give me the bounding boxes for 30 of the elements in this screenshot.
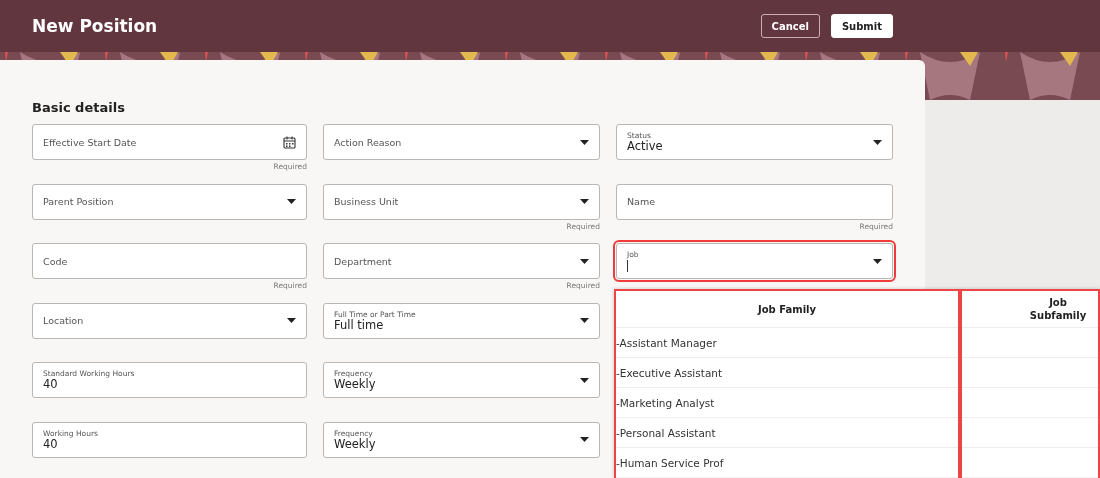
dropdown-caret-icon[interactable] [580,199,589,204]
table-cell[interactable]: -Executive Assistant [616,358,958,388]
dropdown-caret-icon[interactable] [287,318,296,323]
select-field[interactable]: Department [323,243,600,279]
select-field[interactable]: Business Unit [323,183,600,220]
dropdown-caret-icon[interactable] [873,258,882,264]
input-field[interactable]: Code [32,243,307,279]
dropdown-caret-icon[interactable] [873,139,882,145]
calendar-icon[interactable] [283,135,296,149]
column-header: Job Subfamily [962,291,1098,328]
dropdown-caret-icon[interactable] [580,377,589,383]
column-header: Job Family [616,291,958,328]
table-cell[interactable]: -Human Service Prof [616,448,958,478]
dropdown-caret-icon[interactable] [580,258,589,264]
dropdown-caret-icon[interactable] [580,437,589,442]
cancel-button[interactable]: Cancel [760,14,820,38]
page-title: New Position [32,16,159,36]
dropdown-caret-icon[interactable] [287,199,296,204]
input-field[interactable]: Name [616,183,893,220]
table-cell[interactable]: -Marketing Analyst [616,388,958,418]
table-cell[interactable]: -Personal Assistant [616,418,958,448]
select-field[interactable]: Parent Position [32,183,307,220]
select-field[interactable]: Action Reason [323,124,600,160]
date-field[interactable]: Effective Start Date [32,124,307,160]
submit-button[interactable]: Submit [830,14,893,38]
dropdown-caret-icon[interactable] [580,318,589,323]
dropdown-caret-icon[interactable] [580,139,589,145]
table-cell[interactable]: -Assistant Manager [616,328,958,358]
select-field[interactable]: Location [32,302,307,339]
section-title: Basic details [32,100,126,115]
